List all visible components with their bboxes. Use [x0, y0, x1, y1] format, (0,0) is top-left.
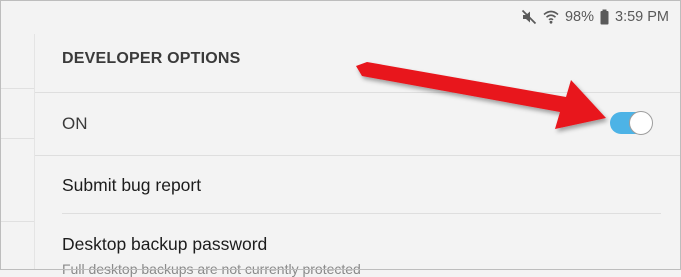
annotation-arrow-icon — [356, 62, 606, 129]
